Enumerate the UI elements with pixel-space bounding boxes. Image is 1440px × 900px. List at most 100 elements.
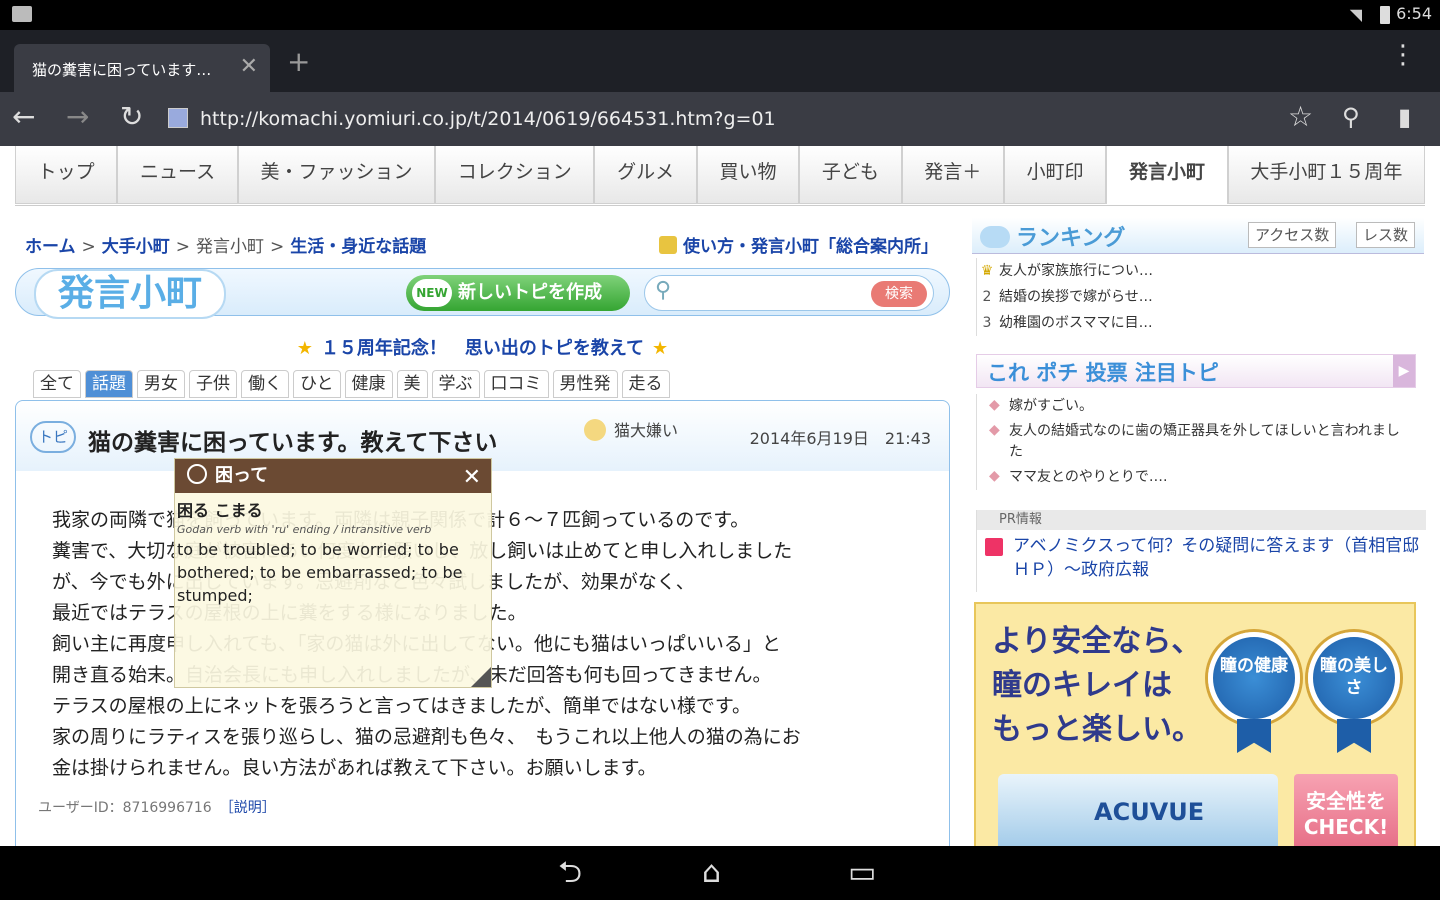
vote-item-text: ママ友とのやりとりで‥‥ <box>1009 469 1168 485</box>
ribbon-icon <box>1237 719 1271 753</box>
clock: 6:54 <box>1396 4 1432 23</box>
nav-item[interactable]: グルメ <box>594 146 697 204</box>
category-tab[interactable]: 男性発 <box>552 370 618 398</box>
anniversary-text: １５周年記念！ 思い出のトピを教えて <box>320 338 645 359</box>
vote-item-text: 嫁がすごい。 <box>1009 398 1093 414</box>
crumb-otekomachi[interactable]: 大手小町 <box>102 237 170 257</box>
system-back-icon[interactable]: ⮌ <box>558 856 582 890</box>
menu-icon[interactable]: ⋮ <box>1390 42 1416 68</box>
popup-close-icon[interactable]: ✕ <box>463 461 481 495</box>
ad-line: より安全なら、 <box>992 624 1202 659</box>
star-icon: ★ <box>296 338 313 359</box>
category-tab[interactable]: 全て <box>33 370 81 398</box>
forward-icon[interactable]: → <box>66 100 89 134</box>
category-tab[interactable]: 話題 <box>85 370 133 398</box>
category-tab[interactable]: 学ぶ <box>431 370 480 398</box>
category-tab[interactable]: 男女 <box>137 370 185 398</box>
ranking-item-text: 友人が家族旅行につい… <box>999 263 1153 279</box>
category-tab[interactable]: ひと <box>293 370 341 398</box>
category-tab[interactable]: 健康 <box>344 370 393 398</box>
system-home-icon[interactable]: ⌂ <box>702 856 721 890</box>
ranking-item[interactable]: 3 幼稚園のボスママに目… <box>977 310 1416 336</box>
nav-item[interactable]: 発言＋ <box>901 146 1004 204</box>
crumb-hatsugen[interactable]: 発言小町 <box>196 237 264 257</box>
new-tab-button[interactable]: + <box>287 48 310 76</box>
battery-icon <box>1380 6 1390 24</box>
vote-item[interactable]: ◆ ママ友とのやりとりで‥‥ <box>977 465 1416 490</box>
topic-author: 猫大嫌い <box>584 417 678 441</box>
vote-header[interactable]: これ ポチ 投票 注目トピ ▶ <box>976 354 1416 388</box>
category-tab[interactable]: 子供 <box>189 370 237 398</box>
ranking-title: ランキング <box>980 220 1125 252</box>
rank-number: 2 <box>982 289 992 305</box>
sidebar: ランキング アクセス数 レス数 ♛ 友人が家族旅行につい… 2 結婚の挨拶で嫁がらせ…… <box>972 218 1426 846</box>
ranking-list: ♛ 友人が家族旅行につい… 2 結婚の挨拶で嫁がらせ… 3 幼稚園のボスママに目… <box>976 258 1416 336</box>
category-tab[interactable]: 働く <box>241 370 289 398</box>
search-icon: ⚲ <box>655 278 672 303</box>
ranking-item[interactable]: 2 結婚の挨拶で嫁がらせ… <box>977 284 1416 310</box>
anniversary-banner[interactable]: ★ １５周年記念！ 思い出のトピを教えて ★ <box>15 334 950 360</box>
new-topic-button[interactable]: NEW 新しいトピを作成 <box>406 275 630 311</box>
pr-label: PR情報 <box>977 510 1426 530</box>
system-recent-icon[interactable]: ▭ <box>848 856 876 890</box>
ad-line: 瞳のキレイは <box>992 668 1172 703</box>
nav-item[interactable]: 小町印 <box>1003 146 1107 204</box>
search-button[interactable]: 検索 <box>871 281 927 307</box>
ad-line: もっと楽しい。 <box>992 712 1202 747</box>
bookmark-icon[interactable]: ▮ <box>1398 100 1411 134</box>
crumb-category[interactable]: 生活・身近な話題 <box>290 237 426 257</box>
vote-item[interactable]: ◆ 友人の結婚式なのに歯の矯正器具を外してほしいと言われました <box>977 419 1416 465</box>
notification-icon <box>12 6 32 22</box>
topic-date: 2014年6月19日 21:43 <box>749 429 931 448</box>
search-icon[interactable]: ⚲ <box>1342 100 1360 134</box>
bullet-icon: ◆ <box>989 422 1000 438</box>
guide-icon <box>659 236 677 254</box>
nav-item[interactable]: 美・ファッション <box>237 146 436 204</box>
resize-handle[interactable] <box>471 667 491 687</box>
ad-cta-button[interactable]: 安全性をCHECK! <box>1294 774 1398 846</box>
tab-access[interactable]: アクセス数 <box>1248 222 1337 248</box>
nav-item[interactable]: 大手小町１５周年 <box>1227 146 1425 204</box>
nav-item[interactable]: トップ <box>15 146 118 204</box>
nav-item[interactable]: ニュース <box>117 146 238 204</box>
back-icon[interactable]: ← <box>12 100 35 134</box>
crumb-sep: > <box>175 237 190 257</box>
vote-title: これ ポチ 投票 注目トピ <box>987 361 1219 385</box>
tab-res[interactable]: レス数 <box>1356 222 1416 248</box>
nav-item[interactable]: 子ども <box>799 146 902 204</box>
category-tab[interactable]: 走る <box>621 370 670 398</box>
category-tab[interactable]: 口コミ <box>483 370 549 398</box>
product-box: ACUVUE <box>998 774 1278 846</box>
search-box: ⚲ 検索 <box>644 275 934 311</box>
ranking-item-text: 幼稚園のボスママに目… <box>999 315 1153 331</box>
advertisement[interactable]: より安全なら、 瞳のキレイは もっと楽しい。 瞳の健康 瞳の美しさ ACUVUE… <box>974 602 1416 846</box>
site-logo[interactable]: 発言小町 <box>34 269 227 319</box>
crumb-home[interactable]: ホーム <box>25 237 76 257</box>
ranking-item[interactable]: ♛ 友人が家族旅行につい… <box>977 258 1416 284</box>
popup-word: 困る こまる <box>177 501 263 520</box>
url-bar[interactable]: http://komachi.yomiuri.co.jp/t/2014/0619… <box>168 102 1268 136</box>
guide-link[interactable]: 使い方・発言小町「総合案内所」 <box>659 232 938 257</box>
avatar <box>584 419 606 441</box>
nav-item[interactable]: コレクション <box>435 146 595 204</box>
ranking-header: ランキング アクセス数 レス数 <box>972 218 1424 254</box>
crumb-sep: > <box>270 237 285 257</box>
pr-link[interactable]: アベノミクスって何？その疑問に答えます（首相官邸ＨＰ）～政府広報 <box>977 530 1426 582</box>
reload-icon[interactable]: ↻ <box>120 100 143 134</box>
vote-item[interactable]: ◆ 嫁がすごい。 <box>977 394 1416 419</box>
browser-tab[interactable]: 猫の糞害に困っています… ✕ <box>14 44 270 92</box>
ranking-item-text: 結婚の挨拶で嫁がらせ… <box>999 289 1153 305</box>
tab-close-icon[interactable]: ✕ <box>240 54 258 79</box>
crown-icon: ♛ <box>980 263 994 279</box>
tab-strip: 猫の糞害に困っています… ✕ + ⋮ <box>0 30 1440 92</box>
ribbon-icon <box>1337 719 1371 753</box>
popup-collapse-icon[interactable] <box>187 464 207 484</box>
nav-item[interactable]: 発言小町 <box>1106 146 1228 204</box>
chevron-right-icon[interactable]: ▶ <box>1393 355 1415 387</box>
nav-item[interactable]: 買い物 <box>696 146 800 204</box>
explain-link[interactable]: ［説明］ <box>220 800 276 816</box>
category-tab[interactable]: 美 <box>396 370 428 398</box>
search-input[interactable] <box>685 281 865 305</box>
site-nav: トップ ニュース 美・ファッション コレクション グルメ 買い物 子ども 発言＋ 小町印 発言小町… <box>15 146 1425 206</box>
star-icon[interactable]: ☆ <box>1288 100 1313 134</box>
